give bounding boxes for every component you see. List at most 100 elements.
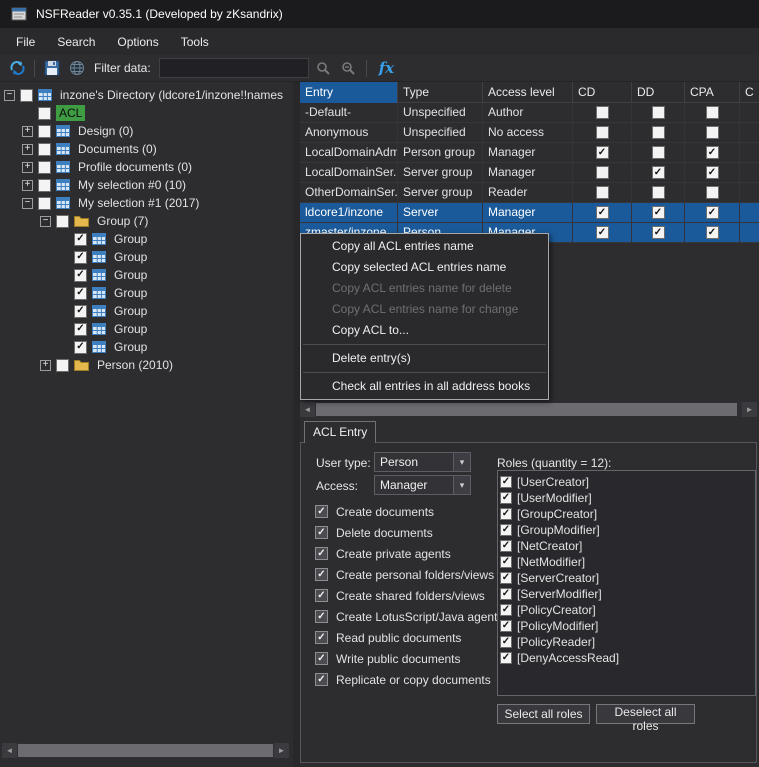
search-all-icon[interactable] bbox=[339, 58, 359, 78]
role-row[interactable]: ✓[PolicyCreator] bbox=[500, 602, 753, 618]
role-row[interactable]: ✓[NetModifier] bbox=[500, 554, 753, 570]
scroll-right-icon[interactable]: ► bbox=[742, 402, 757, 417]
tree-item[interactable]: +Person (2010) bbox=[0, 356, 293, 374]
checkbox[interactable]: ✓ bbox=[500, 508, 512, 520]
save-icon[interactable] bbox=[42, 58, 62, 78]
panel-splitter[interactable] bbox=[293, 82, 300, 767]
tree-item[interactable]: +My selection #0 (10) bbox=[0, 176, 293, 194]
checkbox[interactable] bbox=[596, 166, 609, 179]
checkbox[interactable] bbox=[706, 126, 719, 139]
checkbox[interactable]: ✓ bbox=[74, 323, 87, 336]
menu-item[interactable]: Copy all ACL entries name bbox=[301, 236, 548, 257]
checkbox[interactable] bbox=[596, 106, 609, 119]
checkbox[interactable] bbox=[20, 89, 33, 102]
menu-item[interactable]: Copy selected ACL entries name bbox=[301, 257, 548, 278]
role-row[interactable]: ✓[UserModifier] bbox=[500, 490, 753, 506]
role-row[interactable]: ✓[PolicyReader] bbox=[500, 634, 753, 650]
checkbox[interactable] bbox=[706, 106, 719, 119]
permission-row[interactable]: ✓Create documents bbox=[315, 501, 503, 522]
tree-item[interactable]: ✓Group bbox=[0, 248, 293, 266]
checkbox[interactable]: ✓ bbox=[500, 524, 512, 536]
scroll-left-icon[interactable]: ◄ bbox=[300, 402, 315, 417]
checkbox[interactable]: ✓ bbox=[315, 547, 328, 560]
tree-hscrollbar[interactable]: ◄ ► bbox=[2, 743, 289, 758]
role-row[interactable]: ✓[ServerModifier] bbox=[500, 586, 753, 602]
role-row[interactable]: ✓[ServerCreator] bbox=[500, 570, 753, 586]
fx-icon[interactable]: fx bbox=[374, 59, 399, 77]
menu-item[interactable]: Delete entry(s) bbox=[301, 348, 548, 369]
permission-row[interactable]: ✓Read public documents bbox=[315, 627, 503, 648]
checkbox[interactable] bbox=[38, 107, 51, 120]
access-select[interactable]: Manager ▾ bbox=[374, 475, 471, 495]
checkbox[interactable]: ✓ bbox=[500, 556, 512, 568]
tree-item[interactable]: ✓Group bbox=[0, 338, 293, 356]
checkbox[interactable] bbox=[652, 186, 665, 199]
permission-row[interactable]: ✓Replicate or copy documents bbox=[315, 669, 503, 690]
checkbox[interactable]: ✓ bbox=[74, 269, 87, 282]
checkbox[interactable]: ✓ bbox=[652, 226, 665, 239]
expand-icon[interactable]: + bbox=[40, 360, 51, 371]
checkbox[interactable]: ✓ bbox=[706, 146, 719, 159]
chevron-down-icon[interactable]: ▾ bbox=[453, 453, 470, 471]
checkbox[interactable]: ✓ bbox=[596, 226, 609, 239]
select-all-roles-button[interactable]: Select all roles bbox=[497, 704, 590, 724]
checkbox[interactable]: ✓ bbox=[315, 505, 328, 518]
globe-icon[interactable] bbox=[67, 58, 87, 78]
tree-item[interactable]: +Design (0) bbox=[0, 122, 293, 140]
permission-row[interactable]: ✓Create shared folders/views bbox=[315, 585, 503, 606]
tree-item[interactable]: +Profile documents (0) bbox=[0, 158, 293, 176]
checkbox[interactable] bbox=[38, 143, 51, 156]
role-row[interactable]: ✓[DenyAccessRead] bbox=[500, 650, 753, 666]
tab-acl-entry[interactable]: ACL Entry bbox=[304, 421, 376, 443]
permission-row[interactable]: ✓Write public documents bbox=[315, 648, 503, 669]
checkbox[interactable] bbox=[38, 161, 51, 174]
column-header-access-level[interactable]: Access level bbox=[483, 82, 573, 103]
table-row[interactable]: LocalDomainAdm...Person groupManager✓✓ bbox=[300, 143, 759, 163]
checkbox[interactable]: ✓ bbox=[315, 526, 328, 539]
table-row[interactable]: LocalDomainSer...Server groupManager✓✓ bbox=[300, 163, 759, 183]
role-row[interactable]: ✓[PolicyModifier] bbox=[500, 618, 753, 634]
table-row[interactable]: OtherDomainSer...Server groupReader bbox=[300, 183, 759, 203]
checkbox[interactable]: ✓ bbox=[652, 206, 665, 219]
checkbox[interactable]: ✓ bbox=[74, 287, 87, 300]
menu-options[interactable]: Options bbox=[106, 30, 169, 54]
menu-item[interactable]: Check all entries in all address books bbox=[301, 376, 548, 397]
checkbox[interactable] bbox=[38, 179, 51, 192]
user-type-select[interactable]: Person ▾ bbox=[374, 452, 471, 472]
checkbox[interactable]: ✓ bbox=[74, 233, 87, 246]
scrollbar-thumb[interactable] bbox=[316, 403, 737, 416]
checkbox[interactable]: ✓ bbox=[500, 540, 512, 552]
filter-input[interactable] bbox=[159, 58, 309, 78]
permission-row[interactable]: ✓Create private agents bbox=[315, 543, 503, 564]
table-row[interactable]: -Default-UnspecifiedAuthor bbox=[300, 103, 759, 123]
menu-search[interactable]: Search bbox=[46, 30, 106, 54]
checkbox[interactable]: ✓ bbox=[500, 636, 512, 648]
column-header-c[interactable]: C bbox=[740, 82, 759, 103]
table-row[interactable]: AnonymousUnspecifiedNo access bbox=[300, 123, 759, 143]
checkbox[interactable] bbox=[56, 215, 69, 228]
scrollbar-thumb[interactable] bbox=[18, 744, 273, 757]
checkbox[interactable]: ✓ bbox=[315, 610, 328, 623]
tree-item[interactable]: −Group (7) bbox=[0, 212, 293, 230]
checkbox[interactable] bbox=[56, 359, 69, 372]
checkbox[interactable] bbox=[652, 126, 665, 139]
checkbox[interactable]: ✓ bbox=[706, 226, 719, 239]
checkbox[interactable]: ✓ bbox=[500, 652, 512, 664]
tree-item[interactable]: −inzone's Directory (ldcore1/inzone!!nam… bbox=[0, 86, 293, 104]
tree-item[interactable]: ✓Group bbox=[0, 302, 293, 320]
role-row[interactable]: ✓[GroupModifier] bbox=[500, 522, 753, 538]
column-header-cpa[interactable]: CPA bbox=[685, 82, 740, 103]
checkbox[interactable]: ✓ bbox=[500, 572, 512, 584]
role-row[interactable]: ✓[GroupCreator] bbox=[500, 506, 753, 522]
expand-icon[interactable]: + bbox=[22, 180, 33, 191]
checkbox[interactable]: ✓ bbox=[74, 341, 87, 354]
tree-item[interactable]: ACL bbox=[0, 104, 293, 122]
checkbox[interactable] bbox=[596, 186, 609, 199]
checkbox[interactable]: ✓ bbox=[315, 568, 328, 581]
menu-item[interactable]: Copy ACL to... bbox=[301, 320, 548, 341]
checkbox[interactable]: ✓ bbox=[500, 604, 512, 616]
checkbox[interactable]: ✓ bbox=[315, 673, 328, 686]
checkbox[interactable] bbox=[652, 146, 665, 159]
checkbox[interactable]: ✓ bbox=[74, 305, 87, 318]
expand-icon[interactable]: + bbox=[22, 162, 33, 173]
